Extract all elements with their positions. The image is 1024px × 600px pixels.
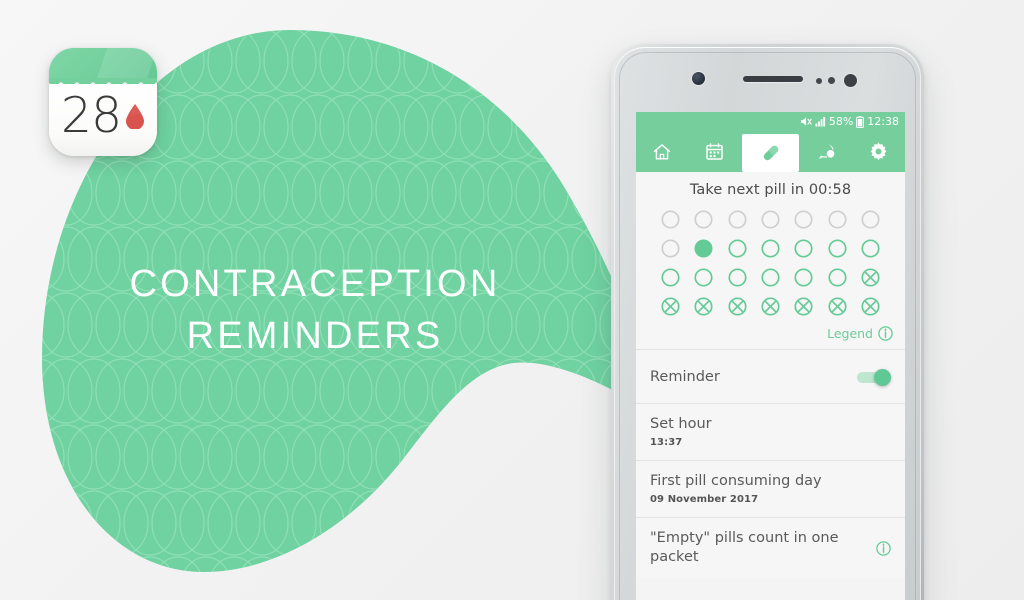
legend-row[interactable]: Legend (636, 317, 905, 343)
pill-future[interactable] (693, 209, 714, 230)
pill-future[interactable] (793, 209, 814, 230)
settings-row-set-hour[interactable]: Set hour 13:37 (636, 403, 905, 460)
calendar-app-icon[interactable]: 28 (49, 48, 157, 156)
pill-taken[interactable] (793, 238, 814, 259)
pill-taken[interactable] (693, 267, 714, 288)
next-pill-countdown: Take next pill in 00:58 (689, 182, 852, 198)
pill-empty[interactable] (727, 296, 748, 317)
toggle-knob (874, 369, 891, 386)
tab-pills[interactable] (742, 134, 799, 172)
earpiece-speaker-icon (743, 76, 803, 82)
pill-future[interactable] (727, 209, 748, 230)
pill-empty[interactable] (827, 296, 848, 317)
pill-future[interactable] (860, 209, 881, 230)
battery-percent-label: 58% (828, 115, 854, 128)
phone-body: 58% 12:38 Take next pill in 00:58 Legend… (614, 47, 921, 600)
empty-pills-label: "Empty" pills count in one packet (650, 530, 839, 565)
app-icon-day-number: 28 (60, 87, 122, 144)
pill-future[interactable] (660, 209, 681, 230)
legend-label: Legend (827, 326, 873, 341)
set-hour-label: Set hour (650, 416, 712, 432)
pill-taken[interactable] (827, 267, 848, 288)
first-pill-day-label: First pill consuming day (650, 473, 822, 489)
phone-top-hardware (614, 47, 921, 112)
pill-current[interactable] (693, 238, 714, 259)
pill-pack-card: Take next pill in 00:58 Legend (636, 172, 905, 349)
first-pill-day-value: 09 November 2017 (650, 494, 759, 505)
pill-future[interactable] (827, 209, 848, 230)
pill-empty[interactable] (660, 296, 681, 317)
pill-empty[interactable] (793, 296, 814, 317)
pill-empty[interactable] (860, 296, 881, 317)
tab-chat[interactable] (801, 131, 853, 172)
promo-stage: CONTRACEPTION REMINDERS 28 58% 12:38 Tak… (0, 0, 1024, 600)
screen-content: Take next pill in 00:58 Legend Reminder … (636, 172, 905, 600)
reminder-label: Reminder (650, 368, 720, 385)
reminder-toggle[interactable] (857, 367, 891, 387)
info-icon[interactable] (876, 540, 891, 556)
pill-taken[interactable] (793, 267, 814, 288)
pill-taken[interactable] (727, 238, 748, 259)
light-sensor-icon (828, 77, 835, 84)
tab-bar (636, 131, 905, 172)
tab-settings[interactable] (853, 131, 905, 172)
pill-future[interactable] (660, 238, 681, 259)
blood-drop-icon (126, 104, 144, 129)
phone-screen: 58% 12:38 Take next pill in 00:58 Legend… (636, 112, 905, 600)
pill-taken[interactable] (827, 238, 848, 259)
pill-taken[interactable] (860, 238, 881, 259)
signal-bars-icon (815, 117, 825, 127)
set-hour-value: 13:37 (650, 437, 683, 448)
status-bar: 58% 12:38 (636, 112, 905, 131)
pill-icon (763, 145, 778, 161)
pill-empty[interactable] (693, 296, 714, 317)
settings-row-empty-pills[interactable]: "Empty" pills count in one packet (636, 517, 905, 577)
clock-label: 12:38 (867, 115, 899, 128)
settings-row-first-pill-day[interactable]: First pill consuming day 09 November 201… (636, 460, 905, 517)
pill-taken[interactable] (760, 238, 781, 259)
settings-row-reminder[interactable]: Reminder (636, 349, 905, 403)
battery-icon (856, 115, 865, 128)
pill-empty[interactable] (760, 296, 781, 317)
calendar-icon (706, 143, 723, 160)
pill-taken[interactable] (760, 267, 781, 288)
app-icon-header (49, 48, 157, 82)
info-icon[interactable] (878, 326, 893, 341)
chat-bubble-icon (819, 144, 836, 159)
pill-taken[interactable] (727, 267, 748, 288)
tab-home[interactable] (636, 131, 688, 172)
home-icon (653, 143, 671, 160)
front-camera-icon (692, 72, 705, 85)
mute-icon (800, 117, 812, 126)
gear-icon (871, 142, 887, 161)
proximity-sensor-icon (816, 78, 822, 84)
tab-calendar[interactable] (688, 131, 740, 172)
phone-mockup: 58% 12:38 Take next pill in 00:58 Legend… (611, 44, 924, 600)
pill-empty[interactable] (860, 267, 881, 288)
pill-future[interactable] (760, 209, 781, 230)
pill-taken[interactable] (660, 267, 681, 288)
pill-grid[interactable] (636, 209, 905, 317)
sensor-large-icon (844, 74, 857, 87)
